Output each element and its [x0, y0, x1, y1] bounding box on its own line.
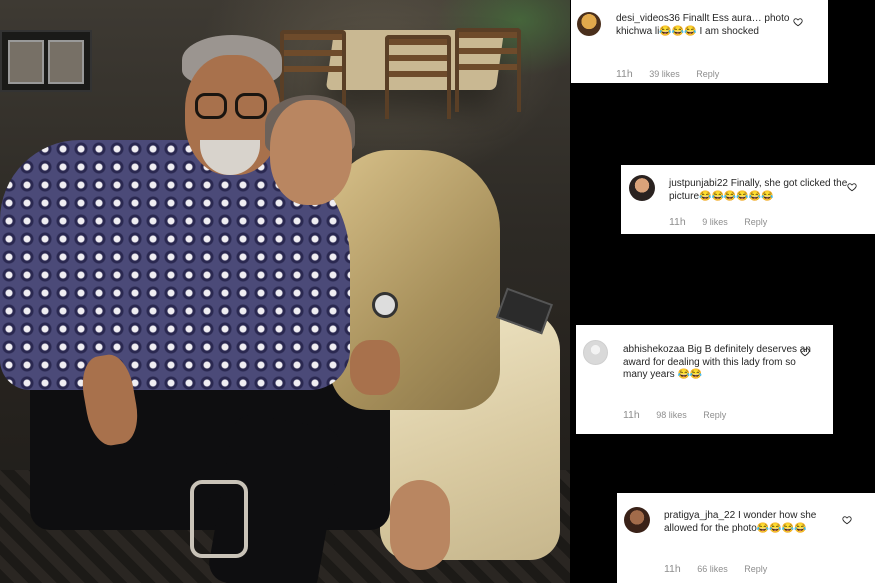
- comment-meta: 11h 66 likes Reply: [664, 563, 781, 575]
- comment-likes[interactable]: 9 likes: [702, 217, 728, 227]
- comment-text: justpunjabi22 Finally, she got clicked t…: [669, 178, 849, 203]
- comment-username[interactable]: desi_videos36: [616, 13, 680, 24]
- heart-outline-icon[interactable]: [793, 17, 803, 27]
- heart-outline-icon[interactable]: [847, 182, 857, 192]
- comment-meta: 11h 98 likes Reply: [623, 409, 740, 421]
- comment-time: 11h: [616, 68, 633, 80]
- frame-tile: [48, 40, 84, 84]
- comment-meta: 11h 9 likes Reply: [669, 216, 781, 228]
- chair: [385, 35, 451, 119]
- comment-username[interactable]: justpunjabi22: [669, 178, 728, 189]
- reply-button[interactable]: Reply: [703, 410, 726, 420]
- avatar[interactable]: [577, 12, 601, 36]
- comment-text: pratigya_jha_22 I wonder how she allowed…: [664, 510, 844, 535]
- reply-button[interactable]: Reply: [696, 69, 719, 79]
- glasses-lens: [195, 93, 227, 119]
- heart-outline-icon[interactable]: [842, 515, 852, 525]
- reply-button[interactable]: Reply: [744, 564, 767, 574]
- man-hand: [350, 340, 400, 395]
- glasses-lens: [235, 93, 267, 119]
- woman-foot: [390, 480, 450, 570]
- woman-head: [270, 100, 352, 205]
- comment-meta: 11h 39 likes Reply: [616, 68, 733, 80]
- wrist-watch: [372, 292, 398, 318]
- comment-card: abhishekozaa Big B definitely deserves a…: [576, 325, 833, 434]
- wall-frame: [0, 30, 92, 92]
- comment-time: 11h: [623, 409, 640, 421]
- avatar[interactable]: [624, 507, 650, 533]
- comment-card: justpunjabi22 Finally, she got clicked t…: [621, 165, 875, 234]
- frame-tile: [8, 40, 44, 84]
- comment-likes[interactable]: 98 likes: [656, 410, 687, 420]
- comment-text: desi_videos36 Finallt Ess aura… photo kh…: [616, 13, 801, 38]
- chair: [455, 28, 521, 112]
- comment-likes[interactable]: 66 likes: [697, 564, 728, 574]
- glasses: [195, 93, 269, 121]
- comment-username[interactable]: pratigya_jha_22: [664, 510, 735, 521]
- comment-time: 11h: [664, 563, 681, 575]
- comment-username[interactable]: abhishekozaa: [623, 344, 685, 355]
- avatar[interactable]: [583, 340, 608, 365]
- sandals: [190, 480, 248, 558]
- avatar[interactable]: [629, 175, 655, 201]
- couple-photo: [0, 0, 570, 583]
- comment-card: pratigya_jha_22 I wonder how she allowed…: [617, 493, 875, 583]
- comment-likes[interactable]: 39 likes: [649, 69, 680, 79]
- comment-time: 11h: [669, 216, 686, 228]
- reply-button[interactable]: Reply: [744, 217, 767, 227]
- comment-text: abhishekozaa Big B definitely deserves a…: [623, 344, 813, 382]
- comment-card: desi_videos36 Finallt Ess aura… photo kh…: [571, 0, 828, 83]
- heart-outline-icon[interactable]: [800, 347, 810, 357]
